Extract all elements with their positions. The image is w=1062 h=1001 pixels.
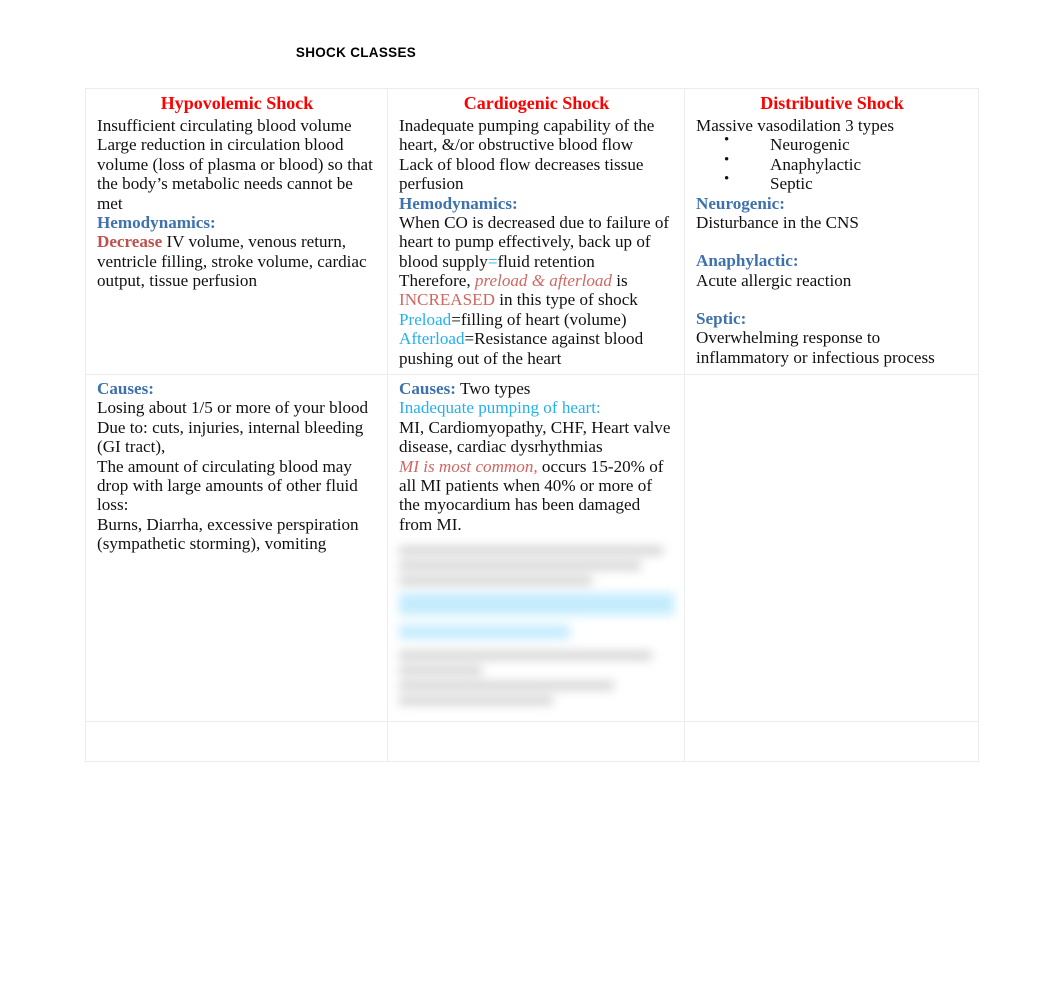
distributive-types-list: Neurogenic Anaphylactic Septic bbox=[696, 132, 968, 193]
column-heading-cardiogenic: Cardiogenic Shock bbox=[463, 93, 610, 113]
hypovolemic-hemodynamics-text: Decrease IV volume, venous return, ventr… bbox=[97, 232, 377, 290]
hypovolemic-hemodynamics-label: Hemodynamics: bbox=[97, 212, 216, 232]
table-row: Causes: Losing about 1/5 or more of your… bbox=[85, 374, 979, 723]
distributive-septic-text: Overwhelming response to inflammatory or… bbox=[696, 328, 935, 367]
distributive-anaphylactic-text: Acute allergic reaction bbox=[696, 270, 852, 290]
cardiogenic-mi-italic: MI is most common, bbox=[399, 456, 538, 476]
cardiogenic-afterload-label: Afterload bbox=[399, 329, 465, 349]
hypovolemic-intro-line-4: the body’s metabolic needs cannot be met bbox=[97, 174, 353, 213]
cell-cardiogenic-definition: Cardiogenic Shock Inadequate pumping cap… bbox=[387, 87, 685, 376]
cardiogenic-hemodynamics-label: Hemodynamics: bbox=[399, 193, 518, 213]
list-item: Septic bbox=[696, 171, 968, 193]
cardiogenic-increased-keyword: INCREASED bbox=[399, 290, 495, 310]
cardiogenic-preload-definition: Preload=filling of heart (volume) bbox=[399, 310, 674, 329]
page-title: SHOCK CLASSES bbox=[295, 45, 417, 60]
cell-cardiogenic-causes: Causes: Two types Inadequate pumping of … bbox=[387, 374, 685, 723]
cardiogenic-co-text: When CO is decreased due to failure of h… bbox=[399, 213, 674, 271]
hypovolemic-cause-3: The amount of circulating blood may drop… bbox=[97, 456, 358, 515]
cell-hypovolemic-footer bbox=[85, 721, 388, 763]
redacted-image-block bbox=[399, 540, 674, 715]
cardiogenic-inadequate-pumping-subhead: Inadequate pumping of heart: bbox=[399, 398, 601, 418]
cardiogenic-preload-afterload-phrase: preload & afterload bbox=[474, 271, 612, 291]
cardiogenic-therefore-suffix: in this type of shock bbox=[494, 290, 638, 310]
cardiogenic-preload-def: =filling of heart (volume) bbox=[451, 309, 627, 329]
distributive-septic-label: Septic: bbox=[696, 309, 747, 329]
cell-distributive-footer bbox=[684, 721, 979, 763]
cardiogenic-intro-line-3: Lack of blood flow decreases tissue bbox=[399, 154, 644, 174]
cell-hypovolemic-definition: Hypovolemic Shock Insufficient circulati… bbox=[85, 87, 388, 376]
table-row bbox=[85, 721, 979, 763]
cardiogenic-therefore-text: Therefore, preload & afterload is INCREA… bbox=[399, 271, 674, 310]
cardiogenic-intro-line-1: Inadequate pumping capability of the bbox=[399, 115, 655, 135]
cell-cardiogenic-footer bbox=[387, 721, 685, 763]
hypovolemic-intro-line-3: volume (loss of plasma or blood) so that bbox=[97, 154, 373, 174]
cell-hypovolemic-causes: Causes: Losing about 1/5 or more of your… bbox=[85, 374, 388, 723]
hypovolemic-intro-line-2: Large reduction in circulation blood bbox=[97, 135, 344, 155]
distributive-neurogenic-label: Neurogenic: bbox=[696, 193, 785, 213]
cardiogenic-intro-line-2: heart, &/or obstructive blood flow bbox=[399, 135, 634, 155]
hypovolemic-causes-label: Causes: bbox=[97, 379, 154, 399]
cardiogenic-causes-label: Causes: bbox=[399, 379, 456, 399]
list-item: Anaphylactic bbox=[696, 152, 968, 174]
cardiogenic-causes-list: MI, Cardiomyopathy, CHF, Heart valve dis… bbox=[399, 417, 671, 457]
cardiogenic-therefore-prefix: Therefore, bbox=[399, 271, 475, 291]
column-heading-hypovolemic: Hypovolemic Shock bbox=[160, 93, 314, 113]
cardiogenic-preload-label: Preload bbox=[399, 309, 452, 329]
shock-classes-table: Hypovolemic Shock Insufficient circulati… bbox=[85, 87, 979, 763]
cardiogenic-therefore-mid: is bbox=[611, 271, 628, 291]
hypovolemic-cause-1: Losing about 1/5 or more of your blood bbox=[97, 398, 369, 418]
cardiogenic-afterload-definition: Afterload=Resistance against blood pushi… bbox=[399, 329, 674, 368]
hypovolemic-intro-line-1: Insufficient circulating blood volume bbox=[97, 115, 352, 135]
hypovolemic-decrease-keyword: Decrease bbox=[97, 232, 163, 252]
distributive-anaphylactic-label: Anaphylactic: bbox=[696, 251, 799, 271]
cardiogenic-co-text-b: fluid retention bbox=[497, 251, 595, 271]
cardiogenic-causes-suffix: Two types bbox=[455, 379, 531, 399]
hypovolemic-cause-2: Due to: cuts, injuries, internal bleedin… bbox=[97, 417, 364, 457]
cardiogenic-intro-line-4: perfusion bbox=[399, 174, 464, 194]
hypovolemic-cause-4: Burns, Diarrha, excessive perspiration (… bbox=[97, 514, 359, 554]
column-heading-distributive: Distributive Shock bbox=[760, 93, 904, 113]
cardiogenic-causes-heading: Causes: Two types bbox=[399, 379, 674, 398]
cell-distributive-definition: Distributive Shock Massive vasodilation … bbox=[684, 87, 979, 376]
list-item: Neurogenic bbox=[696, 132, 968, 154]
cell-distributive-causes bbox=[684, 374, 979, 723]
cardiogenic-co-equals: = bbox=[487, 251, 498, 271]
table-row: Hypovolemic Shock Insufficient circulati… bbox=[85, 87, 979, 376]
distributive-intro: Massive vasodilation 3 types bbox=[696, 115, 894, 135]
distributive-neurogenic-text: Disturbance in the CNS bbox=[696, 212, 859, 232]
cardiogenic-mi-note: MI is most common, occurs 15-20% of all … bbox=[399, 457, 674, 535]
